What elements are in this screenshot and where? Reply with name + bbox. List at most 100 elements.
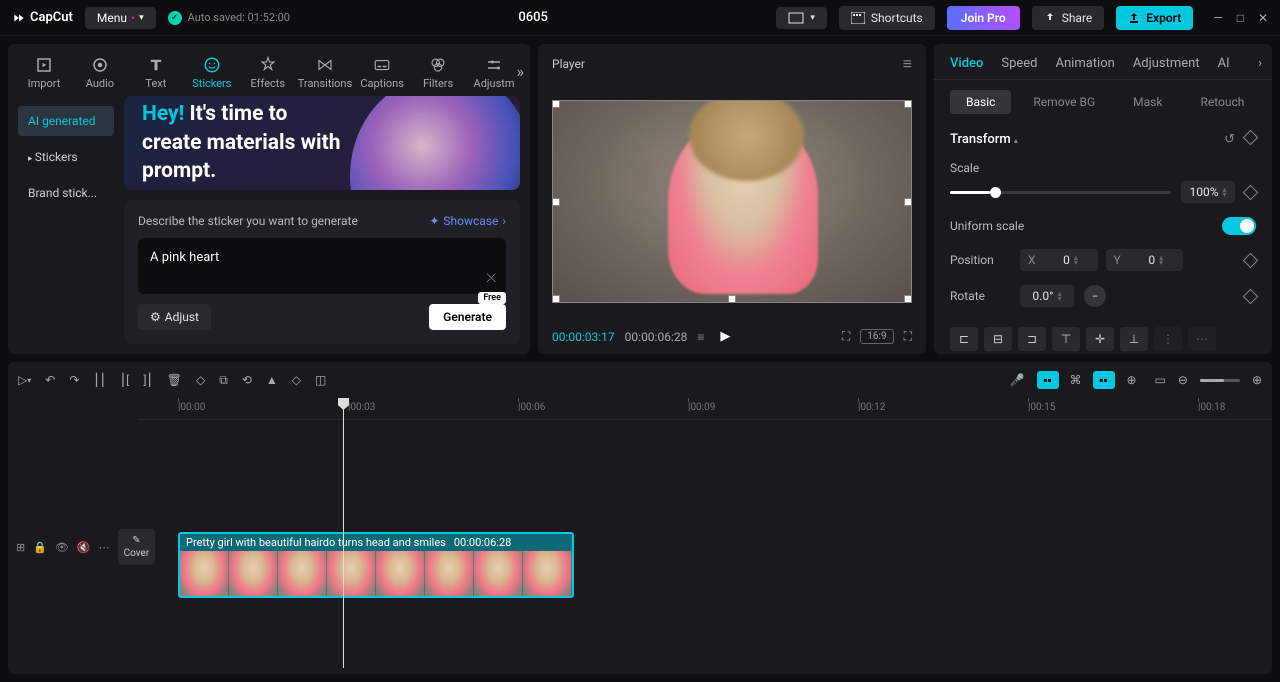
resize-handle[interactable] [904, 198, 912, 206]
position-y-input[interactable]: 0▴▾ [1129, 249, 1183, 271]
select-tool[interactable]: ▷ ▾ [18, 373, 31, 387]
align-center-h-icon[interactable]: ⊟ [984, 327, 1012, 351]
close-button[interactable]: ✕ [1258, 11, 1268, 25]
tab-filters[interactable]: Filters [410, 50, 466, 96]
transform-section-title[interactable]: Transform ▴ [950, 132, 1018, 147]
shortcuts-button[interactable]: Shortcuts [839, 6, 935, 30]
magnet-icon[interactable]: ⌘ [1065, 371, 1087, 389]
adjust-button[interactable]: ⚙ Adjust [138, 304, 211, 330]
zoom-fit-icon[interactable]: ⛶ [842, 329, 850, 344]
split-left-icon[interactable]: ⎮[ [120, 373, 129, 387]
rotate-tool-icon[interactable]: ◇ [292, 373, 301, 387]
video-clip[interactable]: Pretty girl with beautiful hairdo turns … [178, 532, 574, 598]
resize-handle[interactable] [904, 100, 912, 108]
play-button[interactable]: ▶ [720, 329, 730, 344]
link-icon[interactable]: ▪▪ [1093, 371, 1115, 389]
marker-icon[interactable]: ◇ [196, 373, 205, 387]
preview-icon[interactable]: ▭ [1155, 373, 1166, 387]
split-icon[interactable]: ⎮⎮ [93, 373, 106, 387]
zoom-in-icon[interactable]: ⊕ [1252, 373, 1262, 387]
subtab-mask[interactable]: Mask [1117, 90, 1178, 114]
more-icon[interactable]: ⋯ [99, 541, 110, 554]
menu-button[interactable]: Menu•▾ [85, 7, 156, 29]
mic-icon[interactable]: 🎤 [1010, 373, 1025, 387]
reset-icon[interactable]: ↺ [1224, 132, 1235, 147]
maximize-button[interactable]: □ [1237, 11, 1244, 25]
list-icon[interactable]: ≡ [697, 330, 704, 344]
delete-icon[interactable]: 🗑 [167, 373, 182, 387]
tab-speed[interactable]: Speed [1001, 56, 1037, 71]
subtab-stickers[interactable]: Stickers [18, 142, 114, 172]
showcase-link[interactable]: ✦ Showcase › [429, 214, 506, 228]
redo-icon[interactable]: ↷ [69, 373, 79, 387]
scale-keyframe-icon[interactable] [1243, 184, 1259, 200]
align-left-icon[interactable]: ⊏ [950, 327, 978, 351]
generate-button[interactable]: Generate [429, 304, 506, 330]
subtab-basic[interactable]: Basic [950, 90, 1011, 114]
split-right-icon[interactable]: ]⎮ [143, 373, 152, 387]
scale-value[interactable]: 100%▴▾ [1181, 181, 1235, 203]
tab-scroll-icon[interactable]: › [1258, 56, 1262, 71]
video-frame[interactable] [552, 100, 912, 303]
timeline-ruler[interactable]: |00:00|00:03|00:06|00:09|00:12|00:15|00:… [138, 398, 1272, 420]
resize-handle[interactable] [552, 295, 560, 303]
align-right-icon[interactable]: ⊐ [1018, 327, 1046, 351]
shuffle-icon[interactable]: ⤬ [486, 271, 496, 286]
tab-text[interactable]: Text [128, 50, 184, 96]
player-menu-icon[interactable]: ≡ [903, 54, 912, 74]
tab-audio[interactable]: Audio [72, 50, 128, 96]
flip-button[interactable]: − [1084, 285, 1106, 307]
share-button[interactable]: Share [1032, 6, 1105, 30]
subtab-retouch[interactable]: Retouch [1184, 90, 1260, 114]
tab-adjustment[interactable]: Adjustment [1133, 56, 1200, 71]
tab-ai[interactable]: AI [1218, 56, 1230, 71]
subtab-ai-generated[interactable]: AI generated [18, 106, 114, 136]
export-button[interactable]: Export [1116, 6, 1193, 30]
undo-icon[interactable]: ↶ [45, 373, 55, 387]
position-x-input[interactable]: 0▴▾ [1044, 249, 1098, 271]
resize-handle[interactable] [904, 295, 912, 303]
magnet-main-icon[interactable]: ▪▪ [1037, 371, 1059, 389]
duplicate-icon[interactable]: ⧉ [219, 373, 228, 388]
align-top-icon[interactable]: ⊤ [1052, 327, 1080, 351]
keyframe-icon[interactable] [1243, 130, 1259, 146]
rotate-keyframe-icon[interactable] [1243, 288, 1259, 304]
resize-handle[interactable] [728, 295, 736, 303]
rotate-input[interactable]: 0.0°▴▾ [1020, 285, 1074, 307]
playhead[interactable] [343, 398, 344, 668]
reverse-icon[interactable]: ⟲ [242, 373, 252, 387]
mute-icon[interactable]: 🔇 [77, 541, 91, 554]
tab-effects[interactable]: Effects [240, 50, 296, 96]
position-keyframe-icon[interactable] [1243, 252, 1259, 268]
crop-icon[interactable]: ◫ [315, 373, 326, 387]
tab-import[interactable]: Import [16, 50, 72, 96]
uniform-scale-toggle[interactable] [1222, 217, 1256, 235]
player-viewport[interactable] [538, 84, 926, 319]
join-pro-button[interactable]: Join Pro [947, 6, 1020, 30]
zoom-out-icon[interactable]: ⊖ [1178, 373, 1188, 387]
tab-adjustment[interactable]: Adjustm [466, 50, 522, 96]
add-track-icon[interactable]: ⊞ [16, 541, 25, 554]
resize-handle[interactable] [552, 198, 560, 206]
lock-track-icon[interactable]: 🔒 [33, 541, 47, 554]
track-area[interactable]: Pretty girl with beautiful hairdo turns … [138, 420, 1272, 674]
subtab-brand-stickers[interactable]: Brand stick... [18, 178, 114, 208]
align-bottom-icon[interactable]: ⊥ [1120, 327, 1148, 351]
aspect-ratio-badge[interactable]: 16:9 [860, 329, 893, 344]
tab-captions[interactable]: Captions [354, 50, 410, 96]
tab-animation[interactable]: Animation [1056, 56, 1115, 71]
resize-handle[interactable] [728, 100, 736, 108]
resize-handle[interactable] [552, 100, 560, 108]
mirror-icon[interactable]: ▲ [266, 373, 278, 387]
expand-tabs-icon[interactable]: » [517, 62, 525, 81]
subtab-remove-bg[interactable]: Remove BG [1017, 90, 1111, 114]
fullscreen-icon[interactable]: ⛶ [904, 329, 912, 344]
minimize-button[interactable]: — [1213, 11, 1222, 25]
project-name[interactable]: 0605 [302, 10, 764, 25]
tab-stickers[interactable]: Stickers [184, 50, 240, 96]
snap-icon[interactable]: ⊕ [1121, 371, 1143, 389]
aspect-dropdown[interactable]: ▾ [776, 7, 827, 29]
prompt-input[interactable]: A pink heart ⤬ [138, 238, 506, 294]
tab-video[interactable]: Video [950, 56, 983, 71]
align-center-v-icon[interactable]: ✛ [1086, 327, 1114, 351]
